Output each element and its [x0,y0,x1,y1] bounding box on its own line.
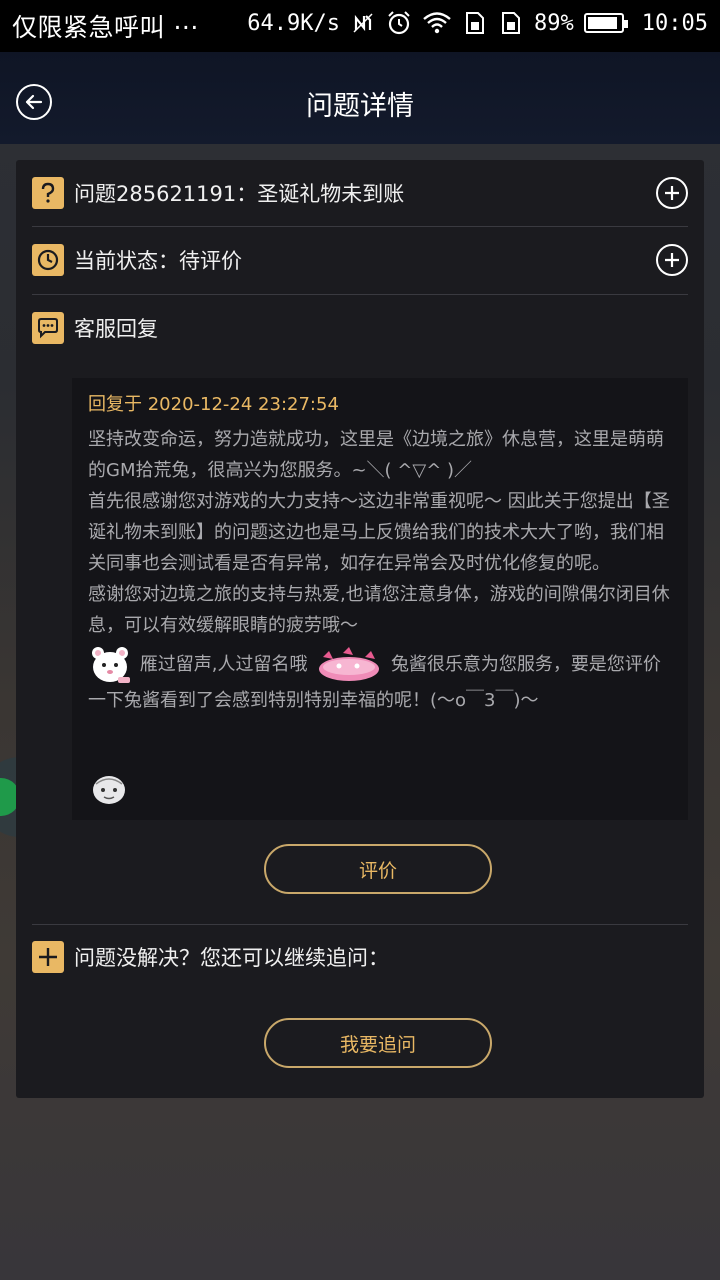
sim2-icon [502,12,521,34]
network-speed: 64.9K/s [247,10,341,36]
expand-issue-button[interactable] [656,177,688,209]
expand-status-button[interactable] [656,244,688,276]
reply-body: 坚持改变命运，努力造就成功，这里是《边境之旅》休息营，这里是萌萌的GM拾荒兔，很… [88,424,672,716]
page-title: 问题详情 [306,91,414,122]
clock-icon [32,244,64,276]
follow-up-prompt: 问题没解决？您还可以继续追问： [74,946,389,970]
battery-icon [583,13,628,33]
carrier-text: 仅限紧急呼叫 ··· [12,13,199,42]
issue-row[interactable]: 问题285621191：圣诞礼物未到账 [32,160,688,226]
follow-up-button[interactable]: 我要追问 [264,1018,492,1068]
reply-paragraph: 坚持改变命运，努力造就成功，这里是《边境之旅》休息营，这里是萌萌的GM拾荒兔，很… [88,429,664,481]
bear-emoji-icon [92,647,130,683]
reply-section-header: 客服回复 [32,295,688,361]
rate-button[interactable]: 评价 [264,844,492,894]
issue-title: 问题285621191：圣诞礼物未到账 [74,182,405,206]
nfc-icon [353,13,373,33]
status-row[interactable]: 当前状态：待评价 [32,227,688,293]
question-icon [32,177,64,209]
reply-paragraph: 首先很感谢您对游戏的大力支持～这边非常重视呢～ 因此关于您提出【圣诞礼物未到账】… [88,491,670,574]
sim1-icon [466,12,485,34]
status-bar: 仅限紧急呼叫 ··· 64.9K/s 89% 10:05 [0,0,720,52]
reply-paragraph: 感谢您对边境之旅的支持与热爱,也请您注意身体，游戏的间隙偶尔闭目休息，可以有效缓… [88,584,670,636]
status-icons: 64.9K/s 89% 10:05 [247,10,708,36]
plus-icon [665,186,679,200]
wifi-icon [423,12,451,34]
status-text: 当前状态：待评价 [74,249,242,273]
pink-pig-emoji-icon [319,647,380,681]
chat-bubble-icon [32,312,64,344]
follow-up-row: 问题没解决？您还可以继续追问： [32,924,688,990]
reply-paragraph: 雁过留声,人过留名哦 兔酱很乐意为您服务，要是您评价一下兔酱看到了会感到特别特别… [88,645,672,716]
reply-section-title: 客服回复 [74,317,158,341]
plus-icon [32,941,64,973]
reply-message: 回复于 2020-12-24 23:27:54 坚持改变命运，努力造就成功，这里… [72,378,688,820]
battery-percent: 89% [534,10,574,36]
plus-icon [665,253,679,267]
ghost-face-emoji-icon [93,776,125,804]
clock-time: 10:05 [641,10,708,36]
reply-text-inline: 雁过留声,人过留名哦 [139,654,308,675]
nav-bar: 问题详情 [0,52,720,144]
issue-detail-card: 问题285621191：圣诞礼物未到账 当前状态：待评价 客服回复 回复于 20… [16,160,704,1098]
alarm-icon [388,11,410,35]
reply-timestamp: 回复于 2020-12-24 23:27:54 [88,394,339,415]
